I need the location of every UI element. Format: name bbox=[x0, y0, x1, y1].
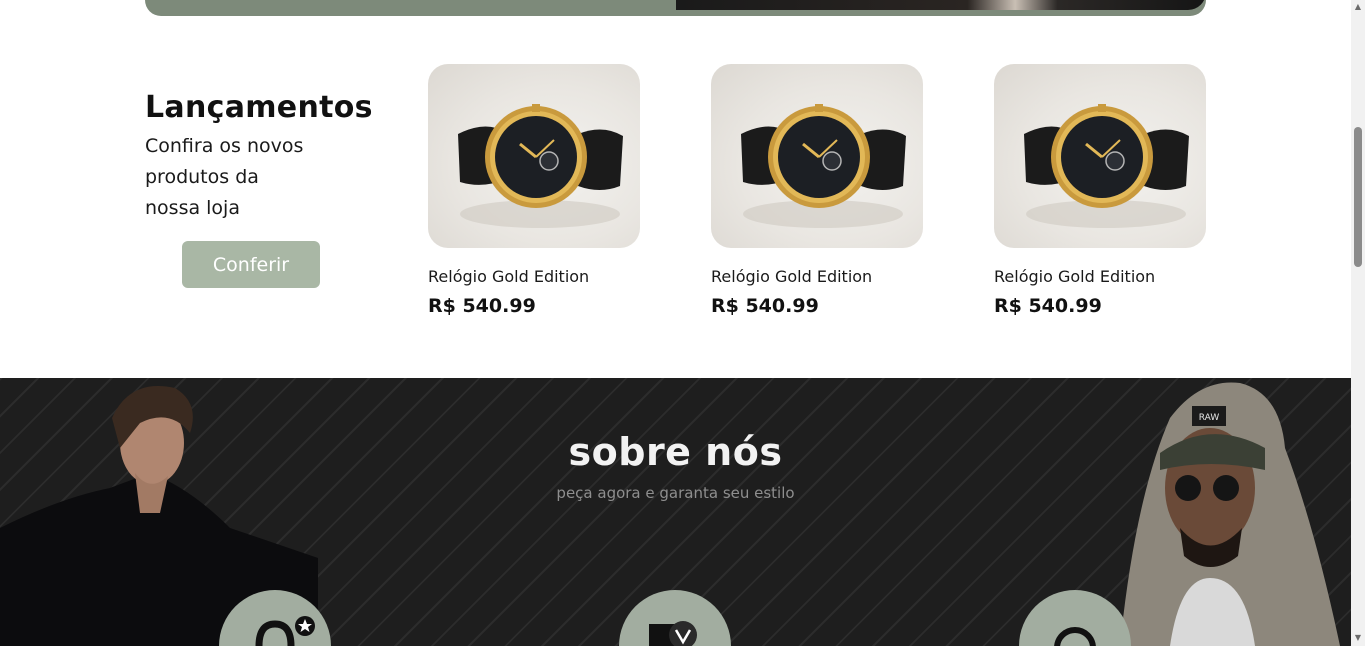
gold-watch-image[interactable] bbox=[428, 64, 640, 248]
product-price: R$ 540.99 bbox=[994, 295, 1102, 317]
product-name[interactable]: Relógio Gold Edition bbox=[428, 267, 640, 286]
about-section: RAW sobre nós peça agora e garanta seu e… bbox=[0, 378, 1351, 646]
feature-badge bbox=[1019, 590, 1131, 646]
about-title: sobre nós bbox=[568, 430, 783, 474]
product-name[interactable]: Relógio Gold Edition bbox=[711, 267, 923, 286]
scrollbar-thumb[interactable] bbox=[1354, 127, 1362, 267]
launch-title: Lançamentos bbox=[145, 90, 373, 125]
scroll-up-icon[interactable]: ▲ bbox=[1353, 2, 1363, 12]
product-card[interactable]: Relógio Gold Edition R$ 540.99 bbox=[994, 64, 1206, 317]
launch-subtitle: Confira os novos produtos da nossa loja bbox=[145, 135, 304, 219]
product-name[interactable]: Relógio Gold Edition bbox=[994, 267, 1206, 286]
product-price: R$ 540.99 bbox=[711, 295, 819, 317]
product-price: R$ 540.99 bbox=[428, 295, 536, 317]
page-scrollbar[interactable]: ▲ ▼ bbox=[1351, 0, 1365, 646]
feature-badge bbox=[619, 590, 731, 646]
conferir-button[interactable]: Conferir bbox=[182, 241, 320, 288]
product-card[interactable]: Relógio Gold Edition R$ 540.99 bbox=[711, 64, 923, 317]
gold-watch-image[interactable] bbox=[994, 64, 1206, 248]
product-card[interactable]: Relógio Gold Edition R$ 540.99 bbox=[428, 64, 640, 317]
magnifier-icon bbox=[1054, 627, 1096, 646]
shield-v-icon bbox=[649, 621, 697, 646]
gold-watch-image[interactable] bbox=[711, 64, 923, 248]
scroll-down-icon[interactable]: ▼ bbox=[1353, 633, 1363, 643]
feature-badge bbox=[219, 590, 331, 646]
svg-text:RAW: RAW bbox=[1199, 413, 1220, 423]
launch-intro: Lançamentos Confira os novos produtos da… bbox=[145, 90, 375, 224]
hero-banner-image bbox=[676, 0, 1206, 10]
watch-star-icon bbox=[255, 616, 315, 646]
hero-banner bbox=[145, 0, 1206, 16]
about-subtitle: peça agora e garanta seu estilo bbox=[556, 484, 795, 502]
